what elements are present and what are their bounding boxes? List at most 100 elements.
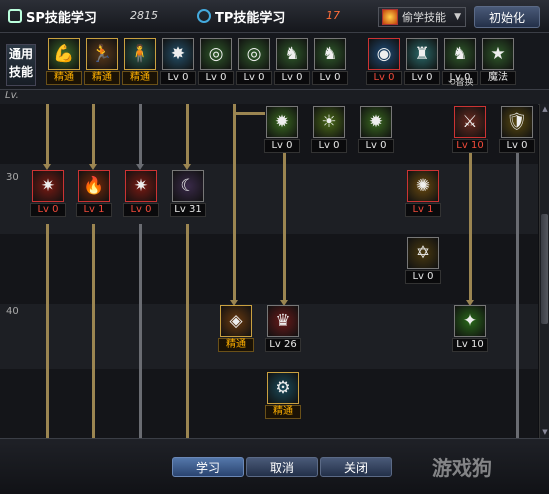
common-skills-label-line1: 通用 bbox=[8, 47, 33, 61]
row-label-40: 40 bbox=[6, 306, 19, 317]
tree-skill-9-icon: ☾ bbox=[172, 170, 204, 202]
cancel-button[interactable]: 取消 bbox=[246, 457, 318, 477]
tp-tab-label: TP技能学习 bbox=[215, 10, 286, 26]
tree-skill-1[interactable]: ✹ Lv 0 bbox=[264, 106, 300, 158]
common-skill-2-level-label: 精通 bbox=[84, 71, 120, 85]
tree-skill-12[interactable]: ◈ 精通 bbox=[218, 305, 254, 357]
common-skill-9-icon: ◉ bbox=[368, 38, 400, 70]
common-skill-5[interactable]: ◎ Lv 0 bbox=[198, 38, 234, 90]
tp-skill-tab[interactable]: TP技能学习 bbox=[197, 5, 285, 27]
common-skill-2[interactable]: 🏃 精通 bbox=[84, 38, 120, 90]
common-skill-3[interactable]: 🧍 精通 bbox=[122, 38, 158, 90]
common-skill-12-level-label: 魔法 bbox=[480, 71, 516, 85]
common-skill-9[interactable]: ◉ Lv 0 bbox=[366, 38, 402, 90]
tree-skill-14-level-label: Lv 10 bbox=[452, 338, 488, 352]
tree-skill-5[interactable]: 🛡 Lv 0 bbox=[499, 106, 535, 158]
scroll-down-icon[interactable]: ▼ bbox=[541, 428, 549, 436]
sp-skill-tab[interactable]: SP技能学习 bbox=[8, 5, 97, 27]
common-skill-3-level-label: 精通 bbox=[122, 71, 158, 85]
row-label-30: 30 bbox=[6, 172, 19, 183]
close-button[interactable]: 关闭 bbox=[320, 457, 392, 477]
tree-skill-4[interactable]: ⚔ Lv 10 bbox=[452, 106, 488, 158]
circle-icon bbox=[197, 9, 211, 23]
common-skill-6-level-label: Lv 0 bbox=[236, 71, 272, 85]
scrollbar[interactable]: ▲ ▼ bbox=[539, 104, 549, 438]
tree-skill-2[interactable]: ☀ Lv 0 bbox=[311, 106, 347, 158]
tree-skill-13-icon: ♛ bbox=[267, 305, 299, 337]
common-skills-label: 通用 技能 bbox=[6, 44, 36, 86]
common-skill-5-level-label: Lv 0 bbox=[198, 71, 234, 85]
common-skill-4-level-label: Lv 0 bbox=[160, 71, 196, 85]
common-skill-7-icon: ♞ bbox=[276, 38, 308, 70]
common-skill-10-level-label: Lv 0 bbox=[404, 71, 440, 85]
common-skill-12[interactable]: ★ 魔法 bbox=[480, 38, 516, 90]
tree-skill-5-icon: 🛡 bbox=[501, 106, 533, 138]
tree-skill-6-icon: ✷ bbox=[32, 170, 64, 202]
learn-button[interactable]: 学习 bbox=[172, 457, 244, 477]
tree-skill-15-icon: ⚙ bbox=[267, 372, 299, 404]
tree-skill-1-level-label: Lv 0 bbox=[264, 139, 300, 153]
common-skill-8[interactable]: ♞ Lv 0 bbox=[312, 38, 348, 90]
tree-skill-3-icon: ✹ bbox=[360, 106, 392, 138]
sp-points: 2815 bbox=[130, 9, 158, 22]
steal-skill-label: 偷学技能 bbox=[402, 11, 446, 24]
common-skill-1-icon: 💪 bbox=[48, 38, 80, 70]
tree-skill-13[interactable]: ♛ Lv 26 bbox=[265, 305, 301, 357]
common-skill-9-level-label: Lv 0 bbox=[366, 71, 402, 85]
tree-skill-10-level-label: Lv 1 bbox=[405, 203, 441, 217]
common-skill-2-icon: 🏃 bbox=[86, 38, 118, 70]
common-skill-8-icon: ♞ bbox=[314, 38, 346, 70]
tree-skill-9-level-label: Lv 31 bbox=[170, 203, 206, 217]
steal-skill-dropdown[interactable]: 偷学技能 ▼ bbox=[378, 7, 466, 27]
tree-skill-15-level-label: 精通 bbox=[265, 405, 301, 419]
common-skill-12-icon: ★ bbox=[482, 38, 514, 70]
common-skill-1[interactable]: 💪 精通 bbox=[46, 38, 82, 90]
tree-skill-1-icon: ✹ bbox=[266, 106, 298, 138]
tree-skill-11-level-label: Lv 0 bbox=[405, 270, 441, 284]
tree-skill-5-level-label: Lv 0 bbox=[499, 139, 535, 153]
common-skill-4[interactable]: ✸ Lv 0 bbox=[160, 38, 196, 90]
common-skill-6-icon: ◎ bbox=[238, 38, 270, 70]
tree-skill-14[interactable]: ✦ Lv 10 bbox=[452, 305, 488, 357]
tree-skill-8-level-label: Lv 0 bbox=[123, 203, 159, 217]
common-skill-7[interactable]: ♞ Lv 0 bbox=[274, 38, 310, 90]
tree-skill-10[interactable]: ✺ Lv 1 bbox=[405, 170, 441, 222]
skill-tree: 30 40 ✹ Lv 0 ☀ Lv 0 ✹ Lv 0 ⚔ Lv 10 🛡 Lv 0 ✷ Lv 0 🔥 Lv… bbox=[0, 104, 538, 438]
common-skill-1-level-label: 精通 bbox=[46, 71, 82, 85]
check-icon bbox=[8, 9, 22, 23]
common-skill-8-level-label: Lv 0 bbox=[312, 71, 348, 85]
tree-skill-11[interactable]: ✡ Lv 0 bbox=[405, 237, 441, 289]
tree-skill-11-icon: ✡ bbox=[407, 237, 439, 269]
common-skill-3-icon: 🧍 bbox=[124, 38, 156, 70]
tree-skill-15[interactable]: ⚙ 精通 bbox=[265, 372, 301, 424]
level-header-label: Lv. bbox=[5, 90, 19, 101]
tree-skill-14-icon: ✦ bbox=[454, 305, 486, 337]
fire-icon bbox=[382, 9, 398, 25]
tree-skill-4-icon: ⚔ bbox=[454, 106, 486, 138]
tree-skill-7[interactable]: 🔥 Lv 1 bbox=[76, 170, 112, 222]
tree-skill-3[interactable]: ✹ Lv 0 bbox=[358, 106, 394, 158]
common-skill-10-icon: ♜ bbox=[406, 38, 438, 70]
tree-skill-3-level-label: Lv 0 bbox=[358, 139, 394, 153]
tree-skill-9[interactable]: ☾ Lv 31 bbox=[170, 170, 206, 222]
common-skill-6[interactable]: ◎ Lv 0 bbox=[236, 38, 272, 90]
tree-skill-8[interactable]: ✷ Lv 0 bbox=[123, 170, 159, 222]
tree-skill-2-icon: ☀ bbox=[313, 106, 345, 138]
tree-skill-13-level-label: Lv 26 bbox=[265, 338, 301, 352]
scroll-up-icon[interactable]: ▲ bbox=[541, 105, 549, 113]
common-skill-10[interactable]: ♜ Lv 0 bbox=[404, 38, 440, 90]
tree-skill-7-level-label: Lv 1 bbox=[76, 203, 112, 217]
swap-label[interactable]: ⟲替换 bbox=[448, 75, 474, 88]
tree-skill-6[interactable]: ✷ Lv 0 bbox=[30, 170, 66, 222]
common-skill-5-icon: ◎ bbox=[200, 38, 232, 70]
tp-points: 17 bbox=[326, 9, 340, 22]
scroll-thumb[interactable] bbox=[541, 214, 548, 324]
tree-skill-12-icon: ◈ bbox=[220, 305, 252, 337]
tree-skill-4-level-label: Lv 10 bbox=[452, 139, 488, 153]
tree-skill-8-icon: ✷ bbox=[125, 170, 157, 202]
top-bar: SP技能学习 2815 TP技能学习 17 偷学技能 ▼ 初始化 bbox=[0, 0, 549, 33]
tree-skill-2-level-label: Lv 0 bbox=[311, 139, 347, 153]
watermark-logo: 游戏狗 bbox=[432, 456, 492, 480]
tree-skill-10-icon: ✺ bbox=[407, 170, 439, 202]
reset-button[interactable]: 初始化 bbox=[474, 6, 540, 28]
